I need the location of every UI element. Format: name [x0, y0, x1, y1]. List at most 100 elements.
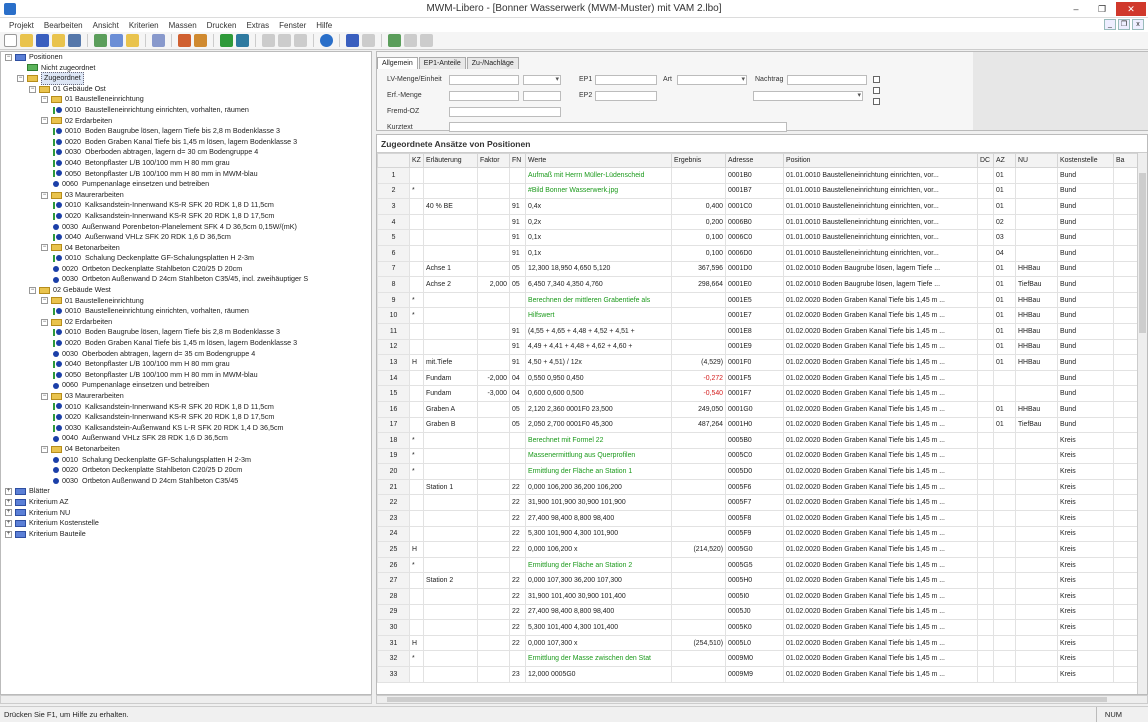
table-cell[interactable] — [1015, 525, 1058, 543]
table-cell[interactable]: 01 — [993, 182, 1016, 200]
option-checkbox-2[interactable] — [873, 87, 880, 94]
mdi-minimize-button[interactable]: _ — [1104, 19, 1116, 30]
table-cell[interactable] — [477, 556, 510, 574]
menu-bearbeiten[interactable]: Bearbeiten — [39, 21, 88, 30]
table-cell[interactable]: 01 — [993, 400, 1016, 418]
table-cell[interactable] — [423, 432, 478, 449]
table-cell[interactable]: Aufmaß mit Herrn Müller-Lüdenscheid — [525, 167, 672, 184]
table-cell[interactable]: 0,000 106,200 x — [525, 541, 672, 558]
collapse-icon[interactable]: − — [29, 85, 36, 93]
table-cell[interactable] — [1015, 198, 1058, 215]
table-cell[interactable]: 0005C0 — [725, 447, 784, 465]
tree-item[interactable]: − 04 Betonarbeiten — [1, 243, 371, 254]
table-cell[interactable]: 91 — [509, 213, 526, 231]
table-cell[interactable]: 22 — [509, 525, 526, 543]
table-cell[interactable] — [477, 400, 510, 418]
table-cell[interactable] — [1015, 478, 1058, 496]
table-cell[interactable]: 0,550 0,950 0,450 — [525, 369, 672, 387]
table-row[interactable]: 24 22 5,300 101,900 4,300 101,900 0005F9 01.… — [377, 525, 1138, 543]
table-cell[interactable] — [1113, 244, 1138, 262]
table-cell[interactable] — [477, 572, 510, 590]
table-cell[interactable]: TiefBau — [1015, 416, 1058, 434]
table-cell[interactable]: 0,2x — [525, 213, 672, 231]
table-row[interactable]: 33 23 12,000 0005G0 0009M9 01.02.0020 Boden … — [377, 666, 1138, 683]
table-cell[interactable] — [977, 291, 994, 309]
table-cell[interactable] — [977, 556, 994, 574]
table-cell[interactable] — [977, 385, 994, 402]
table-cell[interactable]: 01.02.0020 Boden Graben Kanal Tiefe bis … — [783, 588, 978, 605]
table-row[interactable]: 3 40 % BE 91 0,4x 0,400 0001C0 01.01.0010 Baus… — [377, 198, 1138, 215]
column-header[interactable]: Werte — [525, 153, 672, 168]
table-cell[interactable]: 0,400 — [671, 198, 726, 215]
table-cell[interactable]: Kreis — [1057, 494, 1114, 512]
collapse-icon[interactable]: − — [41, 96, 48, 104]
table-cell[interactable]: Bund — [1057, 276, 1114, 293]
table-cell[interactable]: Kreis — [1057, 634, 1114, 652]
tab-2[interactable]: EP1-Anteile — [418, 57, 466, 69]
table-cell[interactable]: 01 — [993, 322, 1016, 340]
tree-item[interactable]: 0040 Außenwand VHLz SFK 28 RDK 1,6 D 36,5… — [1, 433, 371, 444]
column-header[interactable] — [377, 153, 410, 168]
table-cell[interactable]: Kreis — [1057, 432, 1114, 449]
table-cell[interactable]: #Bild Bonner Wasserwerk.jpg — [525, 182, 672, 200]
table-cell[interactable]: 0,1x — [525, 244, 672, 262]
table-cell[interactable] — [409, 416, 424, 434]
collapse-icon[interactable]: − — [41, 297, 48, 305]
table-cell[interactable] — [977, 338, 994, 356]
table-cell[interactable]: Bund — [1057, 369, 1114, 387]
table-cell[interactable] — [1015, 603, 1058, 621]
table-cell[interactable]: Bund — [1057, 229, 1114, 246]
table-row[interactable]: 21 Station 1 22 0,000 106,200 36,200 106,20… — [377, 478, 1138, 496]
table-cell[interactable] — [509, 432, 526, 449]
table-cell[interactable]: -3,000 — [477, 385, 510, 402]
tree-item[interactable]: 0020 Kalksandstein-Innenwand KS-R SFK 20 … — [1, 211, 371, 222]
table-cell[interactable] — [477, 666, 510, 683]
table-cell[interactable] — [1113, 338, 1138, 356]
table-cell[interactable] — [671, 494, 726, 512]
replace-icon[interactable] — [420, 34, 433, 47]
tree-item[interactable]: 0060 Pumpenanlage einsetzen und betreiben — [1, 179, 371, 190]
table-row[interactable]: 32 * Ermittlung der Masse zwischen den Sta… — [377, 650, 1138, 667]
table-cell[interactable] — [671, 447, 726, 465]
table-cell[interactable] — [509, 447, 526, 465]
cut-icon[interactable] — [262, 34, 275, 47]
mdi-restore-button[interactable]: ❐ — [1118, 19, 1130, 30]
table-cell[interactable]: HHBau — [1015, 354, 1058, 371]
tree-item[interactable]: 0030 Ortbeton Außenwand D 24cm Stahlbeton… — [1, 476, 371, 487]
table-cell[interactable] — [423, 666, 478, 683]
table-cell[interactable]: Bund — [1057, 213, 1114, 231]
table-cell[interactable]: 01 — [993, 167, 1016, 184]
table-cell[interactable] — [423, 603, 478, 621]
table-cell[interactable]: mit.Tiefe — [423, 354, 478, 371]
table-cell[interactable]: Bund — [1057, 198, 1114, 215]
tree-item[interactable]: − 01 Baustelleneinrichtung — [1, 94, 371, 105]
table-cell[interactable]: 0005J0 — [725, 603, 784, 621]
tree-item[interactable]: 0050 Betonpflaster L/B 100/100 mm H 80 mm… — [1, 370, 371, 381]
column-header[interactable]: NU — [1015, 153, 1058, 168]
table-row[interactable]: 6 91 0,1x 0,100 0006D0 01.01.0010 Baustellene… — [377, 244, 1138, 262]
table-cell[interactable] — [1015, 556, 1058, 574]
expand-icon[interactable]: + — [5, 530, 12, 538]
table-cell[interactable] — [993, 588, 1016, 605]
table-cell[interactable]: 01.02.0020 Boden Graben Kanal Tiefe bis … — [783, 432, 978, 449]
table-cell[interactable]: 27,400 98,400 8,800 98,400 — [525, 603, 672, 621]
table-cell[interactable] — [477, 510, 510, 527]
table-cell[interactable] — [477, 463, 510, 480]
table-cell[interactable] — [477, 416, 510, 434]
table-cell[interactable]: 0005I0 — [725, 588, 784, 605]
export-icon[interactable] — [236, 34, 249, 47]
table-row[interactable]: 23 22 27,400 98,400 8,800 98,400 0005F8 01.0… — [377, 510, 1138, 527]
expand-icon[interactable]: + — [5, 498, 12, 506]
table-cell[interactable] — [1113, 650, 1138, 667]
table-cell[interactable]: 12,000 0005G0 — [525, 666, 672, 683]
table-cell[interactable]: 0001F0 — [725, 354, 784, 371]
table-cell[interactable]: 01.02.0020 Boden Graben Kanal Tiefe bis … — [783, 463, 978, 480]
collapse-icon[interactable]: − — [17, 74, 24, 82]
table-cell[interactable]: 0005B0 — [725, 432, 784, 449]
table-cell[interactable]: 01.02.0020 Boden Graben Kanal Tiefe bis … — [783, 322, 978, 340]
tree-item[interactable]: 0010 Schalung Deckenplatte GF-Schalungspl… — [1, 455, 371, 466]
table-cell[interactable]: TiefBau — [1015, 276, 1058, 293]
art-dropdown[interactable] — [677, 75, 747, 85]
table-cell[interactable]: 0,4x — [525, 198, 672, 215]
kurztext-field[interactable] — [449, 122, 787, 132]
